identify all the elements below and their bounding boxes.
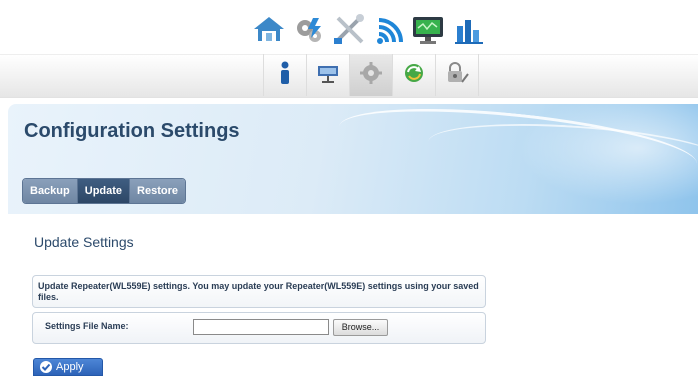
gear-network-icon[interactable] xyxy=(291,12,327,48)
info-box: Update Repeater(WL559E) settings. You ma… xyxy=(32,275,486,308)
house-icon[interactable] xyxy=(251,12,287,48)
monitor-icon[interactable] xyxy=(411,12,447,48)
tab-restore[interactable]: Restore xyxy=(129,179,185,203)
lock-tools-icon xyxy=(445,61,469,89)
settings-tab-group: Backup Update Restore xyxy=(22,178,186,204)
info-tab[interactable] xyxy=(263,54,306,96)
refresh-tab[interactable] xyxy=(392,54,435,96)
configuration-tab[interactable] xyxy=(349,54,392,96)
tab-backup[interactable]: Backup xyxy=(23,179,77,203)
info-text: Update Repeater(WL559E) settings. You ma… xyxy=(38,281,479,302)
statistics-icon[interactable] xyxy=(451,12,487,48)
refresh-arrows-icon xyxy=(403,62,425,89)
security-tab[interactable] xyxy=(435,54,479,96)
section-title: Update Settings xyxy=(34,234,134,250)
info-icon xyxy=(278,61,292,90)
settings-file-row: Settings File Name: Browse... xyxy=(32,312,486,344)
network-tab[interactable] xyxy=(306,54,349,96)
page-title: Configuration Settings xyxy=(24,120,240,142)
tools-icon[interactable] xyxy=(331,12,367,48)
tab-update[interactable]: Update xyxy=(76,179,130,203)
top-navigation xyxy=(251,8,487,48)
configuration-gear-icon xyxy=(360,61,382,89)
apply-button[interactable]: Apply xyxy=(33,358,103,376)
settings-file-label: Settings File Name: xyxy=(45,321,129,331)
apply-label: Apply xyxy=(56,361,84,373)
decorative-glow xyxy=(498,104,698,214)
checkmark-icon xyxy=(40,361,52,373)
header-panel: Configuration Settings Backup Update Res… xyxy=(8,104,698,214)
wireless-icon[interactable] xyxy=(371,12,407,48)
browse-button[interactable]: Browse... xyxy=(333,319,388,336)
sub-navigation-tabs xyxy=(263,54,479,96)
network-icon xyxy=(316,62,340,89)
settings-file-input[interactable] xyxy=(193,319,329,335)
